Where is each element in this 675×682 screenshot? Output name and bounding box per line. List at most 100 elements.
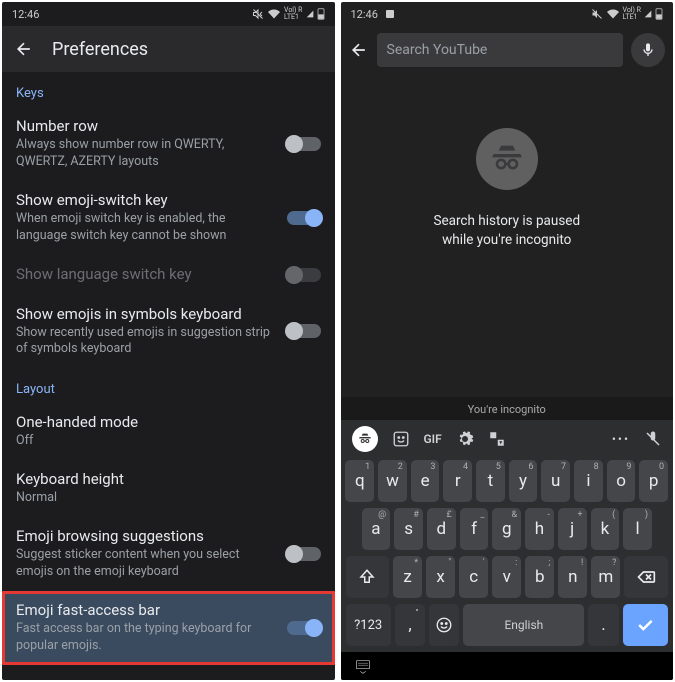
- sticker-button[interactable]: [392, 430, 410, 448]
- key-t[interactable]: t5: [476, 460, 505, 502]
- back-icon[interactable]: [349, 40, 369, 60]
- row-label: Number row: [16, 117, 277, 135]
- check-icon: [635, 615, 655, 635]
- youtube-app-bar: Search YouTube: [341, 26, 674, 74]
- row-label: Emoji fast-access bar: [16, 601, 277, 619]
- toggle-fast-access[interactable]: [287, 621, 321, 635]
- row-label: Emoji browsing suggestions: [16, 527, 277, 545]
- symbols-key[interactable]: ?123: [346, 604, 391, 646]
- key-y[interactable]: y6: [509, 460, 538, 502]
- key-f[interactable]: f_: [460, 508, 489, 550]
- search-placeholder: Search YouTube: [387, 42, 488, 58]
- status-bar: 12:46 Vol) RLTE1: [341, 2, 674, 26]
- gear-small-icon: [413, 606, 421, 614]
- key-l[interactable]: l): [623, 508, 652, 550]
- key-g[interactable]: g&: [492, 508, 521, 550]
- translate-button[interactable]: [488, 430, 506, 448]
- more-button[interactable]: •••: [612, 432, 630, 446]
- row-browse[interactable]: Emoji browsing suggestions Suggest stick…: [2, 517, 335, 591]
- key-k[interactable]: k(: [591, 508, 620, 550]
- key-w[interactable]: w2: [378, 460, 407, 502]
- incognito-footer: You're incognito: [341, 397, 674, 420]
- key-x[interactable]: x": [426, 556, 455, 598]
- space-key[interactable]: English: [463, 604, 584, 646]
- key-d[interactable]: d£: [427, 508, 456, 550]
- row-lang-switch: Show language switch key: [2, 255, 335, 295]
- settings-list[interactable]: Keys Number row Always show number row i…: [2, 72, 335, 680]
- row-sub: Normal: [16, 490, 321, 507]
- key-v[interactable]: v:: [492, 556, 521, 598]
- incognito-small-icon: [357, 431, 373, 447]
- key-j[interactable]: j+: [558, 508, 587, 550]
- key-u[interactable]: u7: [541, 460, 570, 502]
- youtube-screen: 12:46 Vol) RLTE1 Search YouTube: [341, 2, 674, 680]
- toggle-number-row[interactable]: [287, 137, 321, 151]
- row-label: One-handed mode: [16, 413, 321, 431]
- incognito-icon: [476, 128, 538, 190]
- incognito-chip[interactable]: [352, 426, 378, 452]
- row-fast-access[interactable]: Emoji fast-access bar Fast access bar on…: [2, 591, 335, 665]
- row-emoji-switch[interactable]: Show emoji-switch key When emoji switch …: [2, 181, 335, 255]
- row-sub: Off: [16, 433, 321, 450]
- row-one-hand[interactable]: One-handed mode Off: [2, 403, 335, 460]
- key-c[interactable]: c': [459, 556, 488, 598]
- key-h[interactable]: h-: [525, 508, 554, 550]
- status-icons: Vol) RLTE1: [252, 7, 324, 21]
- key-p[interactable]: p0: [639, 460, 668, 502]
- key-b[interactable]: b;: [525, 556, 554, 598]
- screenshot-icon: [384, 8, 396, 20]
- mic-button[interactable]: [631, 33, 665, 67]
- key-q[interactable]: q1: [345, 460, 374, 502]
- app-bar: Preferences: [2, 26, 335, 72]
- shift-key[interactable]: [346, 556, 390, 598]
- row-height[interactable]: Keyboard height Normal: [2, 460, 335, 517]
- sticker-icon: [392, 430, 410, 448]
- section-keys: Keys: [2, 72, 335, 107]
- row-label: Show language switch key: [16, 265, 277, 283]
- row-label: Show emojis in symbols keyboard: [16, 305, 277, 323]
- key-r[interactable]: r4: [443, 460, 472, 502]
- key-m[interactable]: m?: [591, 556, 620, 598]
- keyboard-toolbar: GIF •••: [344, 422, 671, 456]
- backspace-icon: [636, 567, 656, 587]
- row-sub: Always show number row in QWERTY, QWERTZ…: [16, 137, 277, 171]
- page-title: Preferences: [52, 39, 148, 60]
- key-row-4: ?123 , English .: [346, 604, 669, 646]
- row-sub: When emoji switch key is enabled, the la…: [16, 211, 277, 245]
- enter-key[interactable]: [623, 604, 668, 646]
- backspace-key[interactable]: [624, 556, 668, 598]
- emoji-icon: [435, 616, 453, 634]
- mic-off-button[interactable]: [644, 430, 662, 448]
- key-s[interactable]: s#: [394, 508, 423, 550]
- row-sub: Suggest sticker content when you select …: [16, 547, 277, 581]
- settings-button[interactable]: [456, 430, 474, 448]
- gif-button[interactable]: GIF: [424, 432, 442, 446]
- gear-icon: [456, 430, 474, 448]
- mic-off-icon: [644, 430, 662, 448]
- key-e[interactable]: e3: [411, 460, 440, 502]
- key-n[interactable]: n!: [558, 556, 587, 598]
- key-o[interactable]: o9: [607, 460, 636, 502]
- back-icon[interactable]: [14, 39, 34, 59]
- period-key[interactable]: .: [588, 604, 618, 646]
- shift-icon: [358, 568, 376, 586]
- toggle-emoji-switch[interactable]: [287, 211, 321, 225]
- comma-key[interactable]: ,: [395, 604, 425, 646]
- section-layout: Layout: [2, 368, 335, 403]
- search-input[interactable]: Search YouTube: [377, 33, 624, 67]
- key-i[interactable]: i8: [574, 460, 603, 502]
- row-emoji-symbols[interactable]: Show emojis in symbols keyboard Show rec…: [2, 295, 335, 369]
- toggle-lang-switch: [287, 268, 321, 282]
- key-z[interactable]: z*: [393, 556, 422, 598]
- key-a[interactable]: a@: [362, 508, 391, 550]
- toggle-browse[interactable]: [287, 547, 321, 561]
- row-number-row[interactable]: Number row Always show number row in QWE…: [2, 107, 335, 181]
- nav-bar: [341, 652, 674, 680]
- key-row-2: a@s#d£f_g&h-j+k(l): [346, 508, 669, 550]
- emoji-key[interactable]: [429, 604, 459, 646]
- status-time: 12:46: [12, 8, 39, 21]
- key-row-3: z*x"c'v:b;n!m?: [346, 556, 669, 598]
- toggle-emoji-symbols[interactable]: [287, 324, 321, 338]
- keyboard-hide-icon[interactable]: [355, 658, 371, 674]
- preferences-screen: 12:46 Vol) RLTE1 Preferences Keys Number…: [2, 2, 335, 680]
